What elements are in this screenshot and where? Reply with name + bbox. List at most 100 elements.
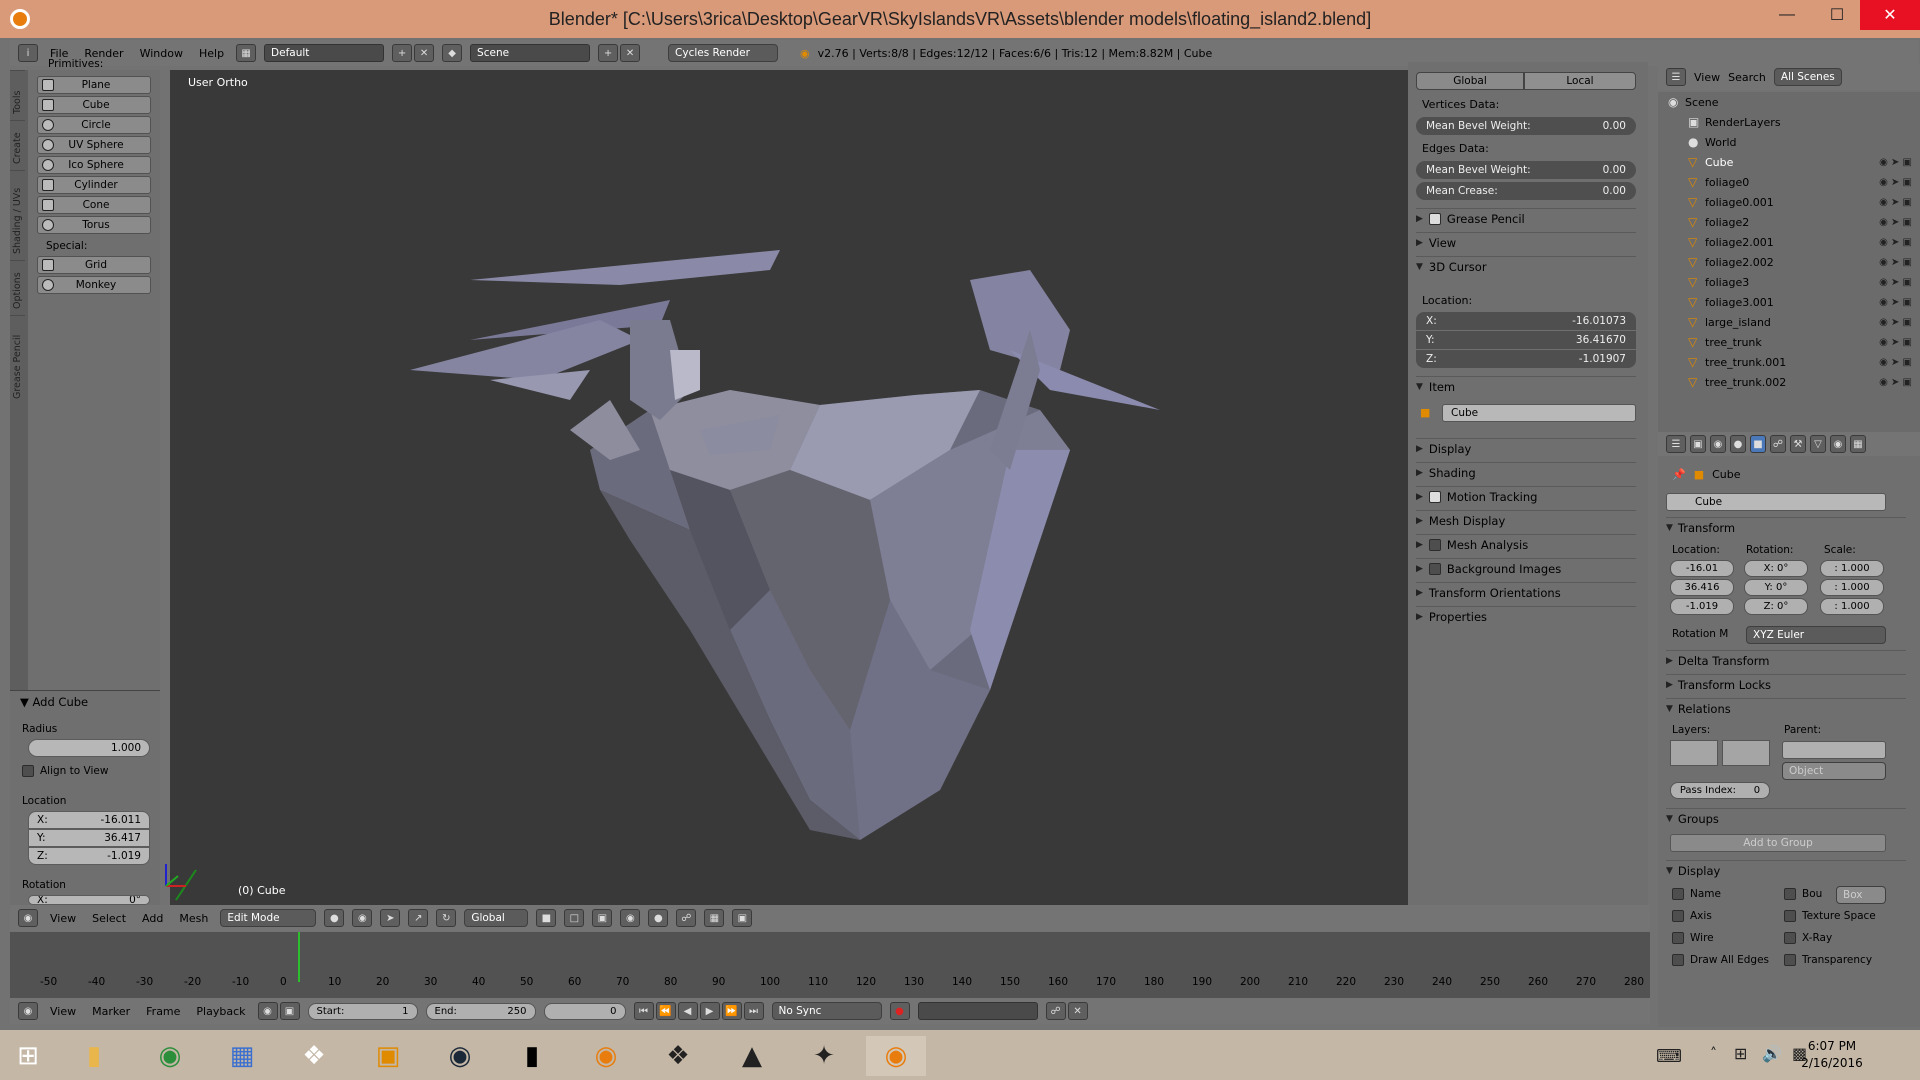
cone-button[interactable]: Cone <box>37 196 151 214</box>
proportional-edit-icon[interactable]: ● <box>648 909 669 927</box>
mean-crease-field[interactable]: Mean Crease: 0.00 <box>1416 182 1636 200</box>
manipulator-icon[interactable]: ➤ <box>380 909 401 927</box>
bounds-type-dropdown[interactable]: Box <box>1836 886 1886 904</box>
visibility-toggles[interactable]: ◉ ➤ ▣ <box>1879 217 1912 228</box>
sublime-text-icon[interactable]: ▣ <box>364 1036 412 1076</box>
torus-button[interactable]: Torus <box>37 216 151 234</box>
menu-help[interactable]: Help <box>195 47 228 60</box>
windows-flag-icon[interactable]: ⊞ <box>1734 1044 1747 1063</box>
vertex-bevel-weight-field[interactable]: Mean Bevel Weight: 0.00 <box>1416 117 1636 135</box>
outliner-item-tree-trunk[interactable]: ▽ tree_trunk ◉ ➤ ▣ <box>1658 332 1920 352</box>
rotation-x-field[interactable]: X: 0° <box>1744 560 1808 577</box>
transform-panel[interactable]: ▼ Transform <box>1666 517 1906 537</box>
item-panel[interactable]: ▼ Item <box>1416 376 1636 396</box>
item-name-field[interactable]: Cube <box>1442 404 1636 422</box>
display-mode-dropdown[interactable]: All Scenes <box>1773 68 1842 86</box>
visibility-toggles[interactable]: ◉ ➤ ▣ <box>1879 177 1912 188</box>
cursor-z-field[interactable]: Z: -1.01907 <box>1416 350 1636 368</box>
cursor-y-field[interactable]: Y: 36.41670 <box>1416 331 1636 349</box>
checkbox-icon[interactable] <box>1428 562 1441 575</box>
location-y-field[interactable]: Y: 36.417 <box>28 829 150 847</box>
3d-cursor-panel[interactable]: ▼ 3D Cursor <box>1416 256 1636 276</box>
transparency-checkbox[interactable]: Transparency <box>1784 954 1872 966</box>
limit-selection-icon[interactable]: ◉ <box>620 909 641 927</box>
menu-mesh[interactable]: Mesh <box>175 912 212 925</box>
cylinder-button[interactable]: Cylinder <box>37 176 151 194</box>
scene-icon[interactable]: ◆ <box>442 44 463 62</box>
play-reverse-icon[interactable]: ◀ <box>677 1002 698 1020</box>
visibility-toggles[interactable]: ◉ ➤ ▣ <box>1879 257 1912 268</box>
pin-icon[interactable]: 📌 <box>1672 468 1686 481</box>
shading-panel[interactable]: ▶ Shading <box>1416 462 1636 482</box>
sync-dropdown[interactable]: No Sync <box>771 1002 882 1020</box>
pass-index-field[interactable]: Pass Index: 0 <box>1670 782 1770 799</box>
outliner-item-foliage0[interactable]: ▽ foliage0 ◉ ➤ ▣ <box>1658 172 1920 192</box>
editor-type-icon[interactable]: i <box>18 44 38 62</box>
layers-grid-b[interactable] <box>1722 740 1770 766</box>
prev-keyframe-icon[interactable]: ⏪ <box>655 1002 676 1020</box>
shading-icon[interactable]: ● <box>324 909 345 927</box>
dropbox-icon[interactable]: ❖ <box>290 1036 338 1076</box>
menu-add[interactable]: Add <box>138 912 167 925</box>
location-z-field[interactable]: Z: -1.019 <box>28 847 150 865</box>
mode-dropdown[interactable]: Edit Mode <box>220 909 317 927</box>
scale-y-field[interactable]: : 1.000 <box>1820 579 1884 596</box>
current-frame-indicator[interactable] <box>298 932 300 982</box>
groups-panel[interactable]: ▼ Groups <box>1666 808 1906 828</box>
circle-button[interactable]: Circle <box>37 116 151 134</box>
view-panel[interactable]: ▶ View <box>1416 232 1636 252</box>
layout-field[interactable]: Default <box>264 44 385 62</box>
outliner-item-tree-trunk-001[interactable]: ▽ tree_trunk.001 ◉ ➤ ▣ <box>1658 352 1920 372</box>
mesh-display-panel[interactable]: ▶ Mesh Display <box>1416 510 1636 530</box>
tab-grease-pencil[interactable]: Grease Pencil <box>10 315 25 405</box>
face-select-icon[interactable]: ▣ <box>592 909 613 927</box>
rotation-mode-dropdown[interactable]: XYZ Euler <box>1746 626 1886 644</box>
timeline[interactable]: -50 -40 -30 -20 -10 0 10 20 30 40 50 60 70 80 90 100 110… <box>10 932 1650 998</box>
scale-z-field[interactable]: : 1.000 <box>1820 598 1884 615</box>
menu-playback[interactable]: Playback <box>192 1005 249 1018</box>
unity-icon[interactable]: ❖ <box>654 1036 702 1076</box>
outliner-item-foliage3-001[interactable]: ▽ foliage3.001 ◉ ➤ ▣ <box>1658 292 1920 312</box>
radius-field[interactable]: 1.000 <box>28 739 150 757</box>
constraints-tab-icon[interactable]: ☍ <box>1770 435 1786 453</box>
render-tab-icon[interactable]: ▣ <box>1690 435 1706 453</box>
edge-select-icon[interactable]: □ <box>564 909 585 927</box>
outliner-item-tree-trunk-002[interactable]: ▽ tree_trunk.002 ◉ ➤ ▣ <box>1658 372 1920 392</box>
tab-create[interactable]: Create <box>10 120 25 170</box>
keying-set-field[interactable] <box>917 1002 1038 1020</box>
operator-title[interactable]: ▼ Add Cube <box>20 695 88 709</box>
vertex-select-icon[interactable]: ■ <box>536 909 557 927</box>
tab-tools[interactable]: Tools <box>10 70 25 120</box>
transform-orientations-panel[interactable]: ▶ Transform Orientations <box>1416 582 1636 602</box>
outliner-type-icon[interactable]: ☰ <box>1666 68 1686 86</box>
tab-shading-uvs[interactable]: Shading / UVs <box>10 170 25 260</box>
visibility-toggles[interactable]: ◉ ➤ ▣ <box>1879 157 1912 168</box>
volume-icon[interactable]: 🔊 <box>1762 1044 1782 1063</box>
rotate-icon[interactable]: ↻ <box>436 909 457 927</box>
start-button[interactable]: ⊞ <box>4 1036 52 1076</box>
snap-target-icon[interactable]: ▦ <box>704 909 725 927</box>
data-tab-icon[interactable]: ▽ <box>1810 435 1826 453</box>
system-clock[interactable]: 6:07 PM 2/16/2016 <box>1792 1038 1872 1072</box>
menu-view[interactable]: View <box>46 912 80 925</box>
align-to-view-checkbox[interactable]: Align to View <box>22 765 108 777</box>
edge-bevel-weight-field[interactable]: Mean Bevel Weight: 0.00 <box>1416 161 1636 179</box>
outliner-search-menu[interactable]: Search <box>1728 71 1766 84</box>
unreal-icon[interactable]: ▲ <box>728 1036 776 1076</box>
visibility-toggles[interactable]: ◉ ➤ ▣ <box>1879 297 1912 308</box>
display-wire-checkbox[interactable]: Wire <box>1672 932 1714 944</box>
background-images-panel[interactable]: ▶ Background Images <box>1416 558 1636 578</box>
lock-icon[interactable]: ▣ <box>279 1002 300 1020</box>
translate-icon[interactable]: ↗ <box>408 909 429 927</box>
skyrim-icon[interactable]: ✦ <box>800 1036 848 1076</box>
material-tab-icon[interactable]: ◉ <box>1830 435 1846 453</box>
close-button[interactable]: ✕ <box>1860 0 1920 30</box>
play-icon[interactable]: ▶ <box>699 1002 720 1020</box>
relations-panel[interactable]: ▼ Relations <box>1666 698 1906 718</box>
maximize-button[interactable]: ☐ <box>1814 0 1860 30</box>
visibility-toggles[interactable]: ◉ ➤ ▣ <box>1879 197 1912 208</box>
location-x-field[interactable]: X: -16.011 <box>28 811 150 829</box>
render-icon[interactable]: ▣ <box>732 909 753 927</box>
record-icon[interactable]: ● <box>889 1002 910 1020</box>
ico-sphere-button[interactable]: Ico Sphere <box>37 156 151 174</box>
